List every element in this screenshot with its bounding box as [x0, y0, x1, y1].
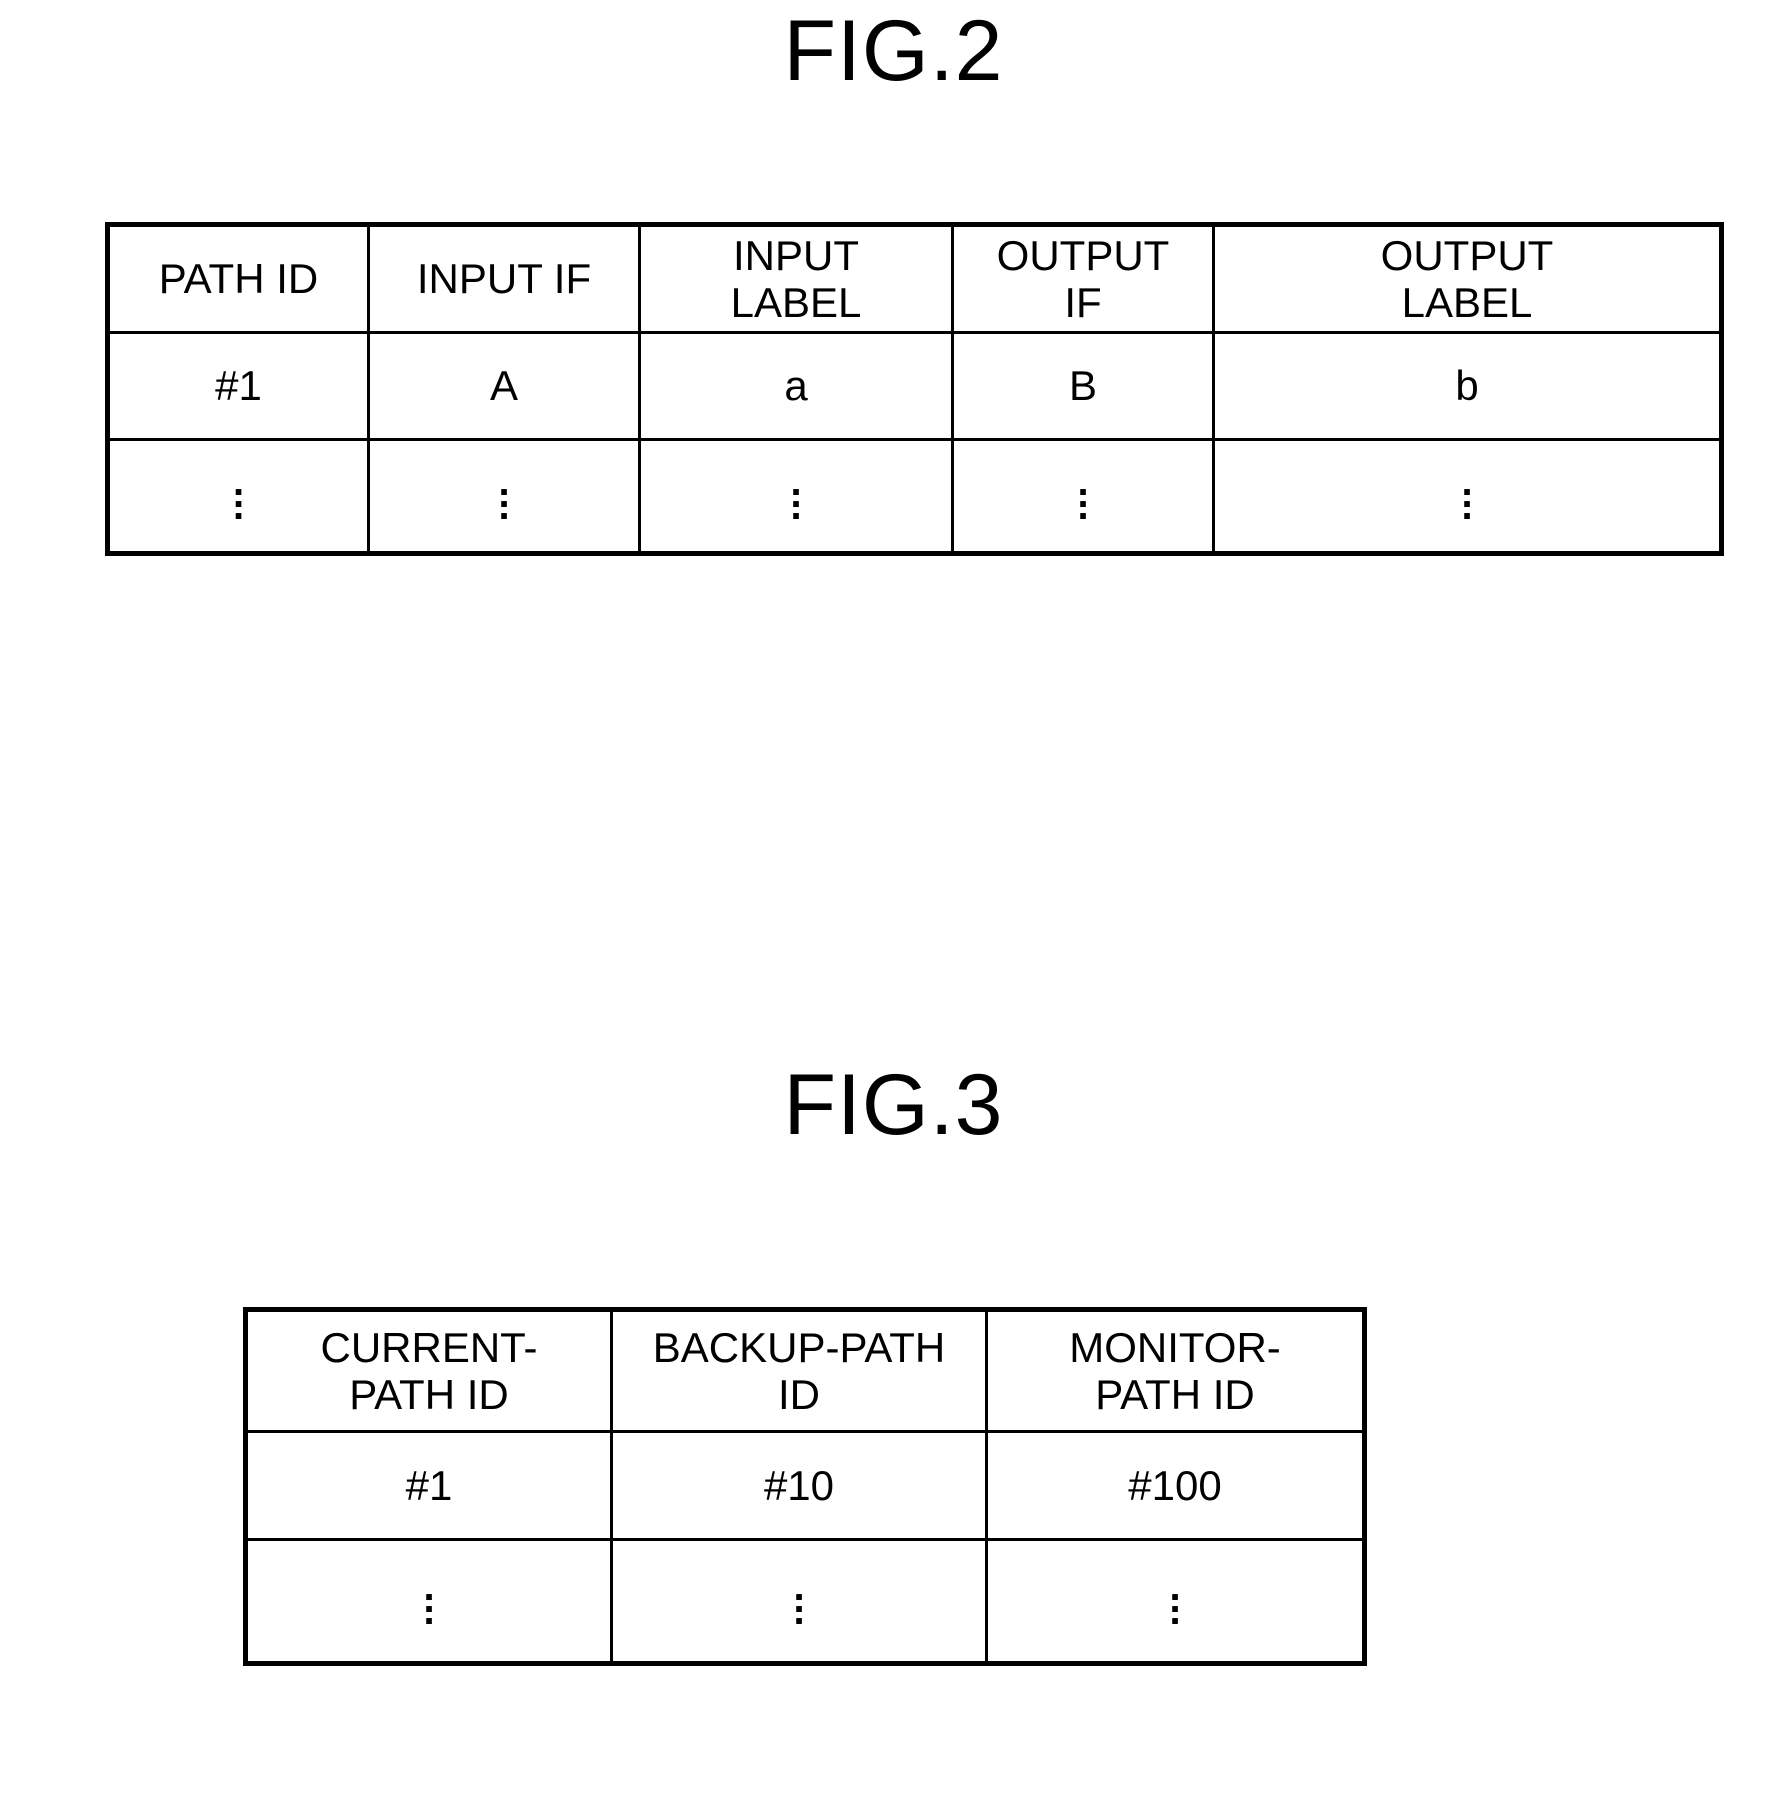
column-header-path-id-label: PATH ID [158, 255, 319, 303]
column-header-backup-path-id: BACKUP-PATH ID [610, 1308, 988, 1433]
column-header-output-label-label: OUTPUT LABEL [1380, 231, 1554, 326]
vertical-ellipsis-icon: . . . [498, 459, 510, 528]
vertical-ellipsis-icon: . . . [790, 459, 802, 528]
vertical-ellipsis-icon: . . . [232, 459, 245, 528]
table-continuation-row: . . . . . . . . . . . . . . . [106, 438, 1723, 555]
cell-output-label: b [1212, 331, 1723, 441]
cell-backup-path-id-continuation: . . . [610, 1538, 988, 1665]
table-row: #1 A a B b [106, 331, 1723, 441]
cell-input-if-continuation: . . . [367, 438, 641, 555]
cell-monitor-path-id: #100 [985, 1430, 1366, 1541]
table-row: #1 #10 #100 [244, 1430, 1366, 1541]
cell-path-id-value: #1 [215, 362, 262, 410]
column-header-backup-path-id-label: BACKUP-PATH ID [652, 1323, 946, 1418]
figure-2-title: FIG.2 [783, 3, 1004, 99]
cell-path-id: #1 [106, 331, 370, 441]
cell-output-label-continuation: . . . [1212, 438, 1723, 555]
cell-output-if-continuation: . . . [951, 438, 1215, 555]
figure-3-title: FIG.3 [783, 1057, 1004, 1153]
cell-monitor-path-id-value: #100 [1128, 1461, 1222, 1509]
cell-input-label-value: a [784, 362, 808, 410]
column-header-input-if-label: INPUT IF [416, 255, 592, 303]
cell-current-path-id-continuation: . . . [244, 1538, 613, 1665]
cell-input-if-value: A [489, 362, 518, 410]
cell-output-if-value: B [1068, 362, 1097, 410]
column-header-current-path-id: CURRENT- PATH ID [244, 1308, 613, 1433]
path-management-table: PATH ID INPUT IF INPUT LABEL OUTPUT IF O… [105, 222, 1724, 556]
cell-current-path-id: #1 [244, 1430, 613, 1541]
column-header-path-id: PATH ID [106, 223, 370, 334]
table-header-row: PATH ID INPUT IF INPUT LABEL OUTPUT IF O… [106, 223, 1723, 334]
table-header-row: CURRENT- PATH ID BACKUP-PATH ID MONITOR-… [244, 1308, 1366, 1433]
path-protection-table: CURRENT- PATH ID BACKUP-PATH ID MONITOR-… [243, 1307, 1367, 1666]
column-header-output-if: OUTPUT IF [951, 223, 1215, 334]
cell-input-label-continuation: . . . [638, 438, 954, 555]
column-header-input-label-label: INPUT LABEL [730, 231, 862, 326]
cell-output-label-value: b [1455, 362, 1479, 410]
cell-output-if: B [951, 331, 1215, 441]
cell-monitor-path-id-continuation: . . . [985, 1538, 1366, 1665]
cell-path-id-continuation: . . . [106, 438, 370, 555]
column-header-monitor-path-id: MONITOR- PATH ID [985, 1308, 1366, 1433]
vertical-ellipsis-icon: . . . [793, 1564, 805, 1633]
vertical-ellipsis-icon: . . . [1461, 459, 1473, 528]
cell-backup-path-id: #10 [610, 1430, 988, 1541]
column-header-output-label: OUTPUT LABEL [1212, 223, 1723, 334]
vertical-ellipsis-icon: . . . [423, 1564, 435, 1633]
column-header-current-path-id-label: CURRENT- PATH ID [320, 1323, 538, 1418]
cell-backup-path-id-value: #10 [763, 1461, 835, 1509]
column-header-output-if-label: OUTPUT IF [996, 231, 1170, 326]
cell-current-path-id-value: #1 [405, 1461, 453, 1509]
column-header-input-if: INPUT IF [367, 223, 641, 334]
column-header-monitor-path-id-label: MONITOR- PATH ID [1069, 1323, 1281, 1418]
cell-input-label: a [638, 331, 954, 441]
vertical-ellipsis-icon: . . . [1169, 1564, 1181, 1633]
vertical-ellipsis-icon: . . . [1077, 459, 1089, 528]
cell-input-if: A [367, 331, 641, 441]
table-continuation-row: . . . . . . . . . [244, 1538, 1366, 1665]
column-header-input-label: INPUT LABEL [638, 223, 954, 334]
